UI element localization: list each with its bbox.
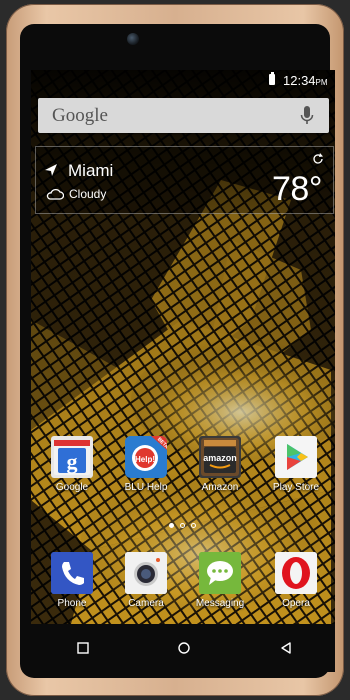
recents-icon[interactable] bbox=[73, 638, 93, 658]
app-label: Google bbox=[55, 482, 89, 493]
home-screen: 12:34PM Google Miami Cloudy 78° g Google… bbox=[31, 70, 335, 624]
play-store-icon bbox=[275, 436, 317, 478]
app-label: Phone bbox=[57, 598, 87, 609]
weather-temperature: 78° bbox=[272, 170, 322, 208]
home-icon[interactable] bbox=[174, 638, 194, 658]
google-search-icon: g bbox=[51, 436, 93, 478]
opera-icon bbox=[275, 552, 317, 594]
phone-icon bbox=[51, 552, 93, 594]
microphone-icon[interactable] bbox=[300, 106, 314, 126]
weather-condition: Cloudy bbox=[69, 187, 107, 201]
page-dot-active bbox=[169, 523, 174, 528]
app-label: BLU Help bbox=[124, 482, 168, 493]
weather-city: Miami bbox=[68, 161, 114, 180]
app-label: Play Store bbox=[272, 482, 320, 493]
navigation-bar bbox=[31, 624, 335, 672]
blu-help-icon-text: Help! bbox=[135, 455, 155, 464]
app-label: Amazon bbox=[201, 482, 239, 493]
messaging-icon bbox=[199, 552, 241, 594]
amazon-icon-text: amazon bbox=[203, 453, 237, 463]
status-bar: 12:34PM bbox=[31, 70, 335, 92]
page-dot bbox=[191, 523, 196, 528]
back-icon[interactable] bbox=[276, 638, 296, 658]
svg-text:g: g bbox=[67, 449, 78, 474]
blu-help-icon: Help! BETA bbox=[125, 436, 167, 478]
location-arrow-icon bbox=[45, 164, 57, 176]
app-label: Opera bbox=[282, 598, 310, 609]
page-dot bbox=[180, 523, 185, 528]
app-label: Messaging bbox=[195, 598, 245, 609]
app-label: Camera bbox=[128, 598, 164, 609]
google-logo: Google bbox=[52, 105, 108, 126]
camera-icon bbox=[125, 552, 167, 594]
refresh-icon[interactable] bbox=[312, 153, 324, 165]
amazon-icon: amazon bbox=[199, 436, 241, 478]
google-search-bar[interactable]: Google bbox=[38, 98, 329, 133]
battery-icon bbox=[269, 72, 275, 85]
front-camera bbox=[127, 33, 139, 45]
weather-widget[interactable]: Miami Cloudy 78° bbox=[35, 146, 334, 214]
cloud-icon bbox=[46, 188, 64, 200]
page-indicator bbox=[169, 521, 209, 531]
status-clock: 12:34PM bbox=[283, 73, 328, 88]
